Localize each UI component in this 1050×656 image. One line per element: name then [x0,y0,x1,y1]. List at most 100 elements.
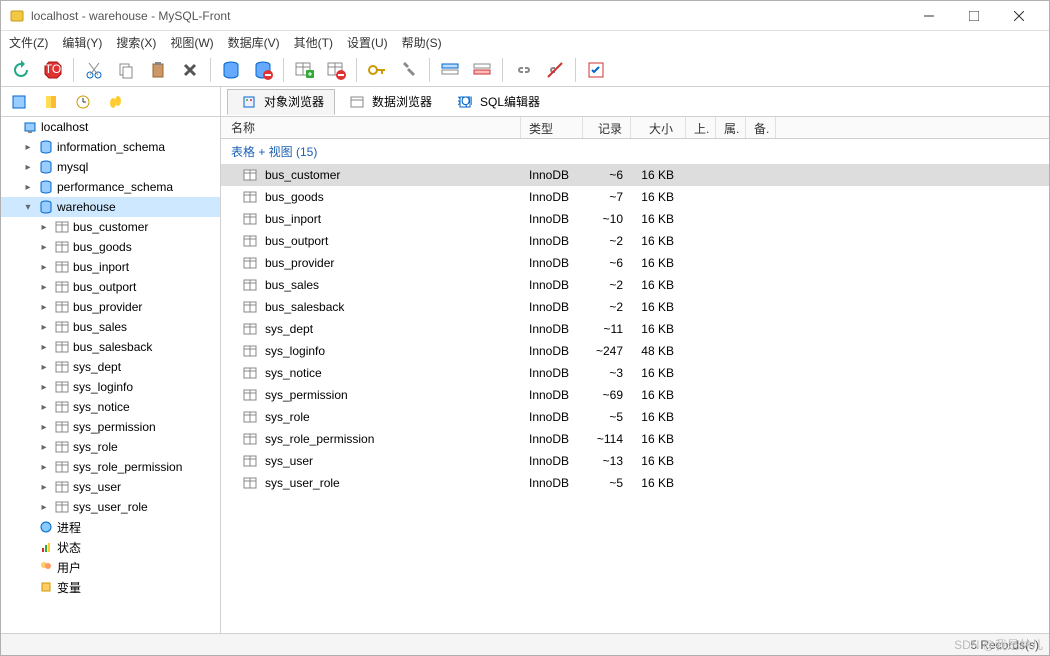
bookmark-icon[interactable] [37,88,65,116]
table-add-icon[interactable] [290,56,318,84]
expand-icon[interactable]: ▸ [37,342,51,353]
key-icon[interactable] [363,56,391,84]
expand-icon[interactable]: ▸ [37,402,51,413]
expand-icon[interactable]: ▸ [37,282,51,293]
table-row[interactable]: sys_userInnoDB~1316 KB [221,450,1049,472]
expand-icon[interactable]: ▸ [37,442,51,453]
row-delete-icon[interactable] [468,56,496,84]
expand-icon[interactable]: ▸ [21,142,35,153]
col-name[interactable]: 名称 [221,117,521,138]
expand-icon[interactable]: ▸ [21,162,35,173]
tree-node[interactable]: ▸sys_loginfo [1,377,220,397]
menu-file[interactable]: 文件(Z) [9,34,48,51]
expand-icon[interactable]: ▸ [37,322,51,333]
col-updated[interactable]: 上. [686,117,716,138]
refresh-icon[interactable] [7,56,35,84]
tree-node[interactable]: ▸performance_schema [1,177,220,197]
database-icon[interactable] [217,56,245,84]
expand-icon[interactable]: ▸ [37,422,51,433]
stop-icon[interactable]: STOP [39,56,67,84]
tree-node[interactable]: ▸sys_dept [1,357,220,377]
tree-node[interactable]: ▾warehouse [1,197,220,217]
tree-node[interactable]: localhost [1,117,220,137]
tree-node[interactable]: 状态 [1,537,220,557]
tree-node[interactable]: ▸bus_goods [1,237,220,257]
menu-database[interactable]: 数据库(V) [228,34,280,51]
col-records[interactable]: 记录 [583,117,631,138]
menu-settings[interactable]: 设置(U) [347,34,388,51]
row-insert-icon[interactable] [436,56,464,84]
table-row[interactable]: sys_deptInnoDB~1116 KB [221,318,1049,340]
table-row[interactable]: sys_noticeInnoDB~316 KB [221,362,1049,384]
close-button[interactable] [996,2,1041,30]
tree-node[interactable]: ▸sys_user_role [1,497,220,517]
expand-icon[interactable]: ▸ [37,242,51,253]
expand-icon[interactable]: ▸ [37,502,51,513]
tool-icon[interactable] [395,56,423,84]
table-row[interactable]: sys_loginfoInnoDB~24748 KB [221,340,1049,362]
expand-icon[interactable]: ▸ [21,182,35,193]
expand-icon[interactable]: ▸ [37,462,51,473]
table-row[interactable]: bus_outportInnoDB~216 KB [221,230,1049,252]
table-row[interactable]: bus_salesbackInnoDB~216 KB [221,296,1049,318]
expand-icon[interactable]: ▸ [37,362,51,373]
database-delete-icon[interactable] [249,56,277,84]
tree-node[interactable]: 用户 [1,557,220,577]
menu-view[interactable]: 视图(W) [170,34,213,51]
copy-icon[interactable] [112,56,140,84]
menu-edit[interactable]: 编辑(Y) [62,34,102,51]
expand-icon[interactable]: ▾ [21,202,35,213]
tree-node[interactable]: ▸sys_role [1,437,220,457]
menu-search[interactable]: 搜索(X) [116,34,156,51]
footprint-icon[interactable] [101,88,129,116]
tree-node[interactable]: ▸sys_permission [1,417,220,437]
expand-icon[interactable]: ▸ [37,222,51,233]
tab-2[interactable]: SQLSQL编辑器 [443,89,551,115]
table-row[interactable]: sys_role_permissionInnoDB~11416 KB [221,428,1049,450]
col-type[interactable]: 类型 [521,117,583,138]
clock-icon[interactable] [69,88,97,116]
menu-other[interactable]: 其他(T) [294,34,333,51]
tree-node[interactable]: ▸bus_salesback [1,337,220,357]
tab-1[interactable]: 数据浏览器 [335,89,443,115]
col-remark[interactable]: 备. [746,117,776,138]
tree-collapse-icon[interactable] [5,88,33,116]
table-row[interactable]: sys_roleInnoDB~516 KB [221,406,1049,428]
tree-node[interactable]: ▸bus_inport [1,257,220,277]
cut-icon[interactable] [80,56,108,84]
tree-node[interactable]: ▸sys_user [1,477,220,497]
expand-icon[interactable]: ▸ [37,262,51,273]
expand-icon[interactable]: ▸ [37,382,51,393]
tree-node[interactable]: ▸bus_sales [1,317,220,337]
link-icon[interactable] [509,56,537,84]
minimize-button[interactable] [906,2,951,30]
expand-icon[interactable]: ▸ [37,482,51,493]
table-row[interactable]: bus_salesInnoDB~216 KB [221,274,1049,296]
table-row[interactable]: bus_inportInnoDB~1016 KB [221,208,1049,230]
tree-node[interactable]: ▸sys_role_permission [1,457,220,477]
tree-node[interactable]: 变量 [1,577,220,597]
col-attr[interactable]: 属. [716,117,746,138]
tree-node[interactable]: ▸bus_outport [1,277,220,297]
tree-node[interactable]: ▸bus_provider [1,297,220,317]
tree-node[interactable]: ▸sys_notice [1,397,220,417]
table-row[interactable]: bus_providerInnoDB~616 KB [221,252,1049,274]
grid-body[interactable]: 表格 + 视图 (15) bus_customerInnoDB~616 KBbu… [221,139,1049,633]
maximize-button[interactable] [951,2,996,30]
tree-node[interactable]: ▸bus_customer [1,217,220,237]
table-row[interactable]: sys_user_roleInnoDB~516 KB [221,472,1049,494]
table-row[interactable]: bus_customerInnoDB~616 KB [221,164,1049,186]
menu-help[interactable]: 帮助(S) [402,34,442,51]
tree-node[interactable]: ▸information_schema [1,137,220,157]
tree-node[interactable]: ▸mysql [1,157,220,177]
unlink-icon[interactable] [541,56,569,84]
checklist-icon[interactable] [582,56,610,84]
col-size[interactable]: 大小 [631,117,686,138]
tab-0[interactable]: 对象浏览器 [227,89,335,115]
delete-icon[interactable] [176,56,204,84]
expand-icon[interactable]: ▸ [37,302,51,313]
paste-icon[interactable] [144,56,172,84]
table-delete-icon[interactable] [322,56,350,84]
tree-panel[interactable]: localhost▸information_schema▸mysql▸perfo… [1,117,221,633]
tree-node[interactable]: 进程 [1,517,220,537]
